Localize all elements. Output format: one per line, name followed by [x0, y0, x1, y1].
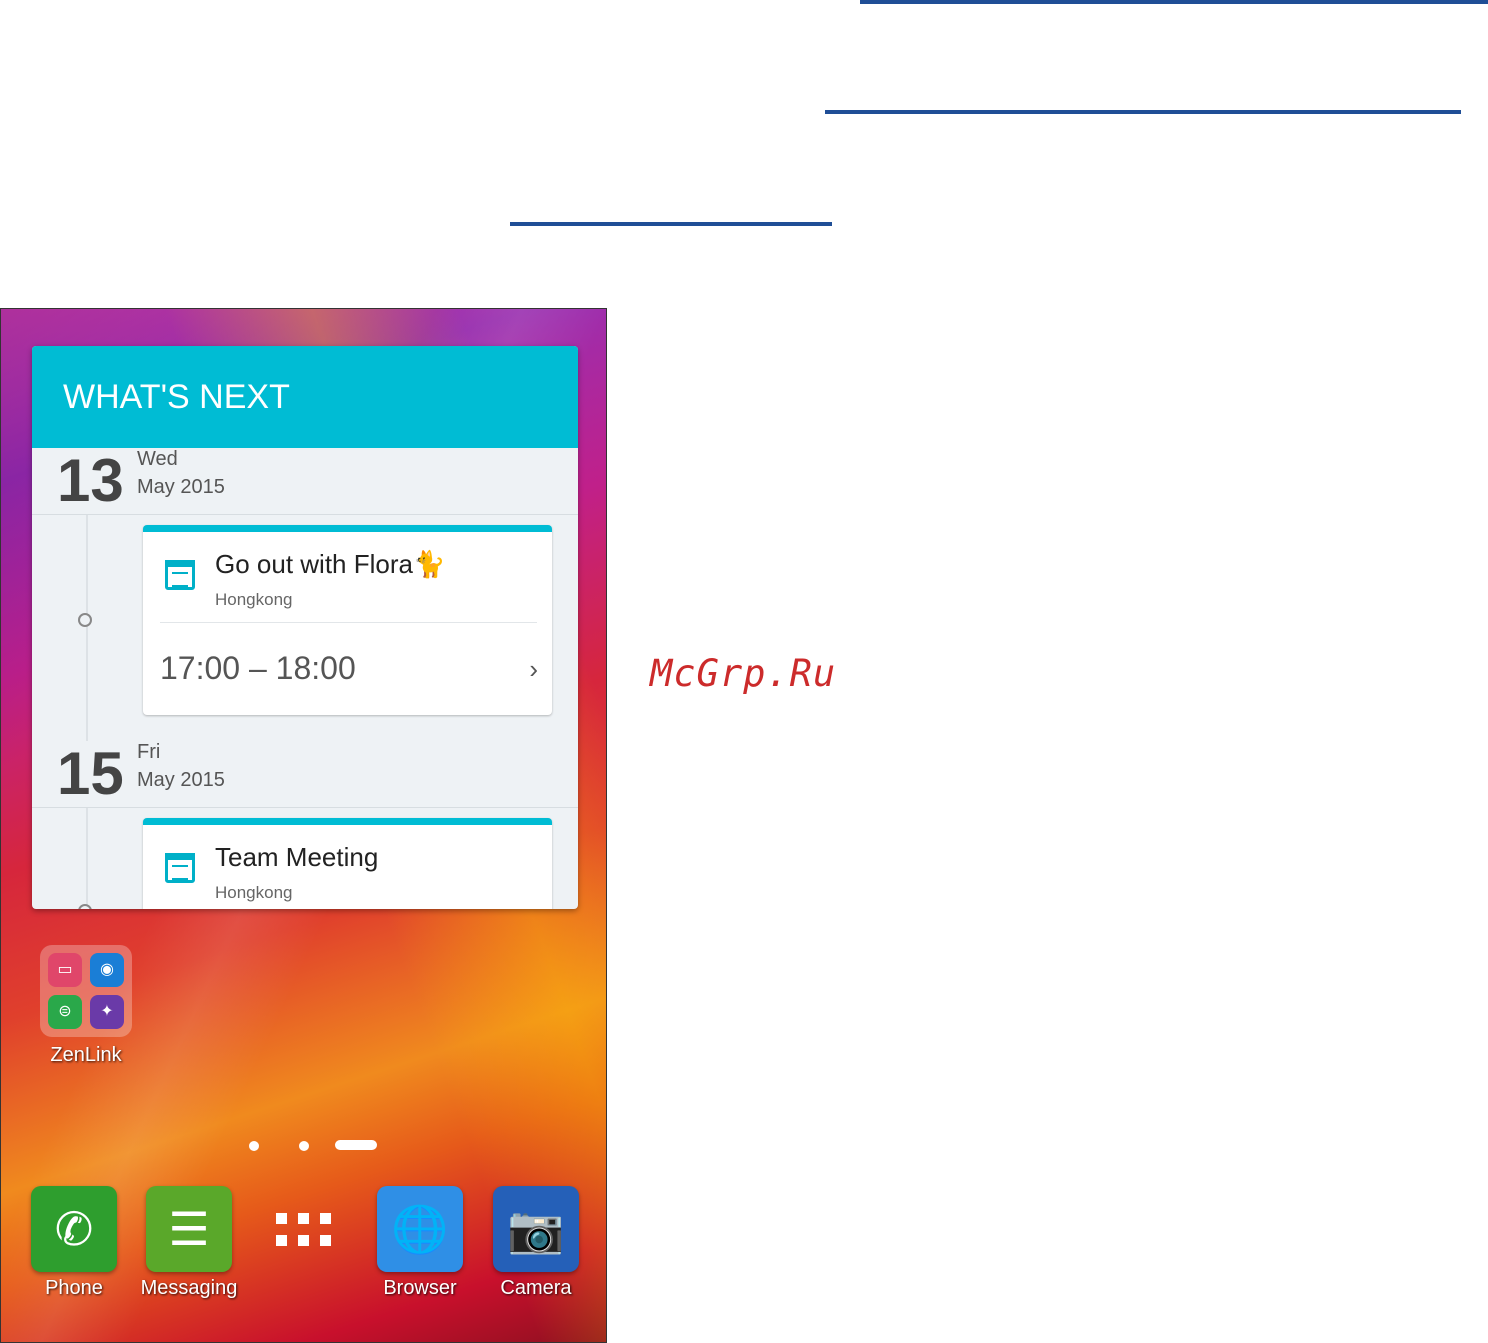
event-title: Team Meeting: [215, 842, 379, 872]
page-indicator-dot[interactable]: [249, 1141, 259, 1151]
event-time: 17:00 – 18:00: [160, 650, 356, 686]
timeline-line: [86, 515, 88, 741]
dock-label-phone: Phone: [45, 1277, 103, 1299]
event-card[interactable]: Team Meeting Hongkong: [143, 818, 552, 909]
camera-icon[interactable]: 📷: [493, 1186, 579, 1272]
widget-title: WHAT'S NEXT: [32, 346, 578, 448]
event-title: Go out with Flora🐈: [215, 549, 446, 579]
globe-icon[interactable]: 🌐: [377, 1186, 463, 1272]
remote-link-icon: ◉: [90, 953, 124, 987]
chevron-right-icon[interactable]: ›: [529, 654, 538, 685]
date-header: 15 Fri May 2015: [32, 740, 578, 808]
date-header: 13 Wed May 2015: [32, 447, 578, 515]
page-indicator-dot[interactable]: [299, 1141, 309, 1151]
weekday: Fri: [137, 741, 161, 763]
pc-link-icon: ⊜: [48, 995, 82, 1029]
month-year: May 2015: [137, 476, 225, 498]
event-card[interactable]: Go out with Flora🐈 Hongkong 17:00 – 18:0…: [143, 525, 552, 715]
page-indicator-active[interactable]: [335, 1140, 377, 1150]
message-icon[interactable]: ☰: [146, 1186, 232, 1272]
party-link-icon: ✦: [90, 995, 124, 1029]
dock-label-messaging: Messaging: [140, 1277, 238, 1299]
event-location: Hongkong: [215, 590, 293, 609]
day-number: 15: [57, 740, 124, 807]
calendar-icon: [165, 853, 195, 883]
event-location: Hongkong: [215, 883, 293, 902]
all-apps-icon[interactable]: [276, 1213, 332, 1249]
phone-icon[interactable]: ✆: [31, 1186, 117, 1272]
timeline-dot: [78, 904, 92, 909]
dock-label-camera: Camera: [500, 1277, 572, 1299]
phone-screen: WHAT'S NEXT 13 Wed May 2015 Go out with …: [0, 308, 607, 1343]
zenlink-folder[interactable]: ▭ ◉ ⊜ ✦: [40, 945, 132, 1037]
header-rule-1: [860, 0, 1488, 4]
day-number: 13: [57, 447, 124, 514]
timeline: Go out with Flora🐈 Hongkong 17:00 – 18:0…: [32, 515, 578, 741]
weekday: Wed: [137, 448, 178, 470]
timeline: Team Meeting Hongkong: [32, 808, 578, 909]
header-rule-2: [825, 110, 1461, 114]
whats-next-widget[interactable]: WHAT'S NEXT 13 Wed May 2015 Go out with …: [32, 346, 578, 909]
header-rule-3: [510, 222, 832, 226]
timeline-dot: [78, 613, 92, 627]
share-link-icon: ▭: [48, 953, 82, 987]
month-year: May 2015: [137, 769, 225, 791]
divider: [160, 622, 537, 623]
watermark: McGrp.Ru: [650, 652, 837, 695]
timeline-line: [86, 808, 88, 909]
folder-label: ZenLink: [50, 1044, 122, 1066]
dock-label-browser: Browser: [383, 1277, 457, 1299]
calendar-icon: [165, 560, 195, 590]
